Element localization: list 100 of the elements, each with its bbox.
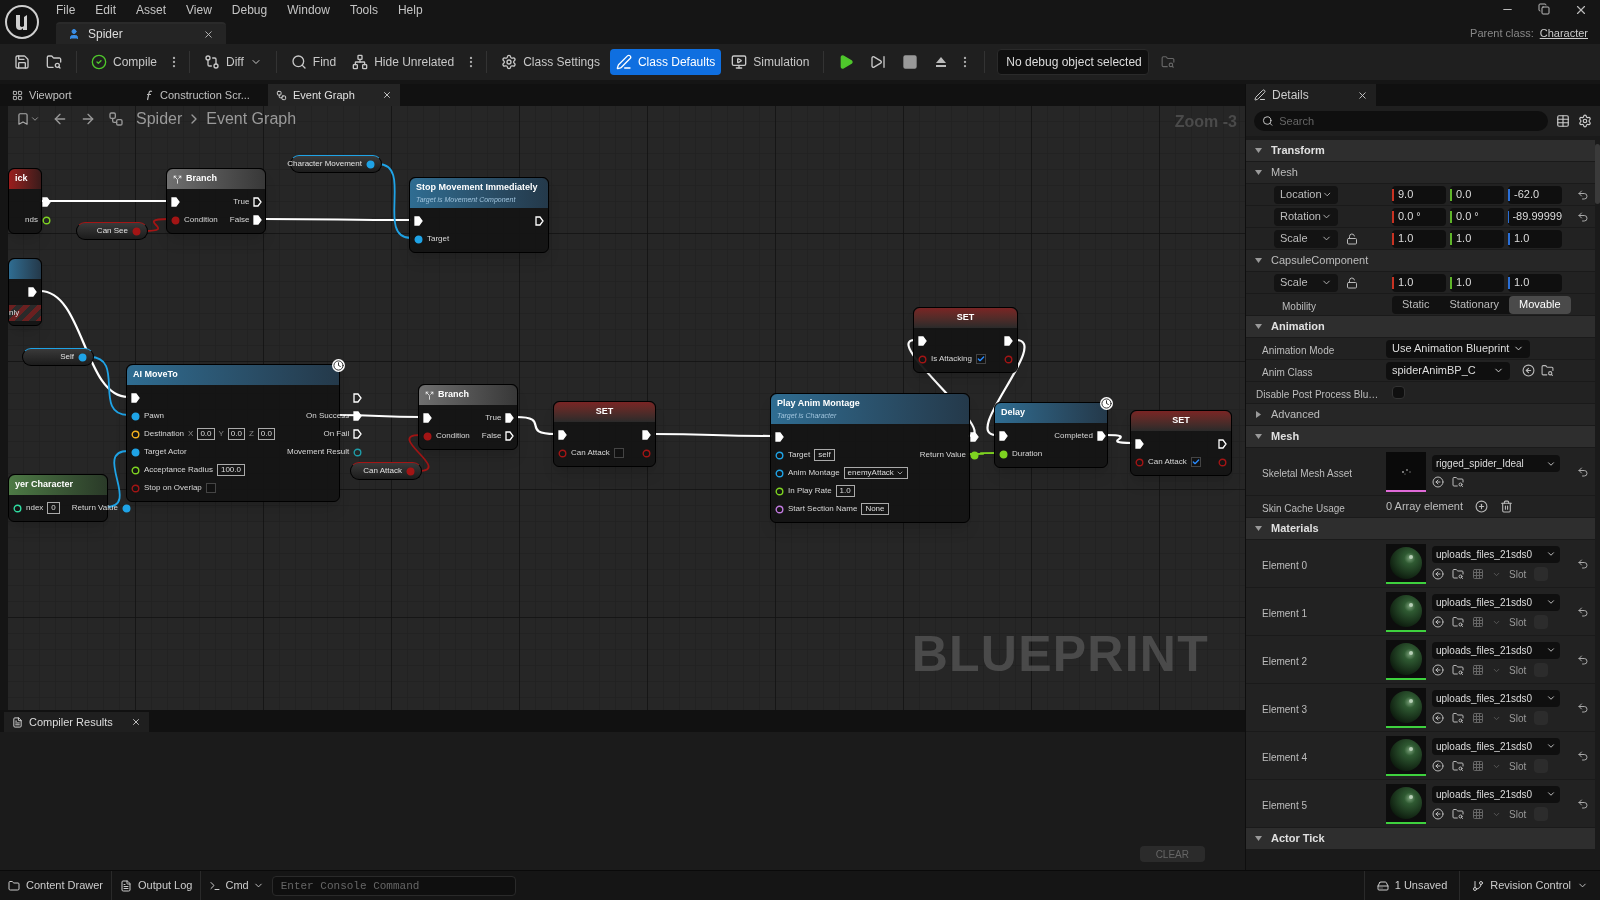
checker-icon[interactable] <box>1472 616 1484 628</box>
debug-browse-icon[interactable] <box>1161 55 1176 69</box>
use-selected-icon[interactable] <box>1432 616 1444 628</box>
browse-icon[interactable] <box>1452 760 1464 772</box>
details-tab[interactable]: Details <box>1246 84 1376 106</box>
value-dropdown[interactable]: Use Animation Blueprint <box>1386 339 1531 358</box>
close-icon[interactable] <box>382 90 392 100</box>
browse-icon[interactable] <box>1452 476 1464 488</box>
lock-icon[interactable] <box>1346 232 1358 245</box>
checker-icon[interactable] <box>1472 568 1484 580</box>
menu-item[interactable]: File <box>56 1 76 19</box>
property-dropdown[interactable]: Location <box>1274 185 1338 204</box>
browse-icon[interactable] <box>1452 568 1464 580</box>
menu-item[interactable]: Edit <box>95 1 117 19</box>
asset-dropdown[interactable]: uploads_files_21sds0 <box>1432 545 1560 563</box>
reset-icon[interactable] <box>1576 701 1589 714</box>
content-drawer-button[interactable]: Content Drawer <box>0 871 113 900</box>
close-icon[interactable] <box>1574 3 1588 17</box>
menu-item[interactable]: View <box>186 1 212 19</box>
checker-icon[interactable] <box>1472 760 1484 772</box>
section-header[interactable]: Animation <box>1246 316 1595 338</box>
reset-icon[interactable] <box>1576 605 1589 618</box>
value-field[interactable]: None <box>861 503 889 515</box>
document-tab[interactable]: Spider <box>56 22 226 44</box>
menu-item[interactable]: Window <box>287 1 330 19</box>
revision-control-button[interactable]: Revision Control <box>1459 871 1600 900</box>
asset-dropdown[interactable]: rigged_spider_Ideal <box>1432 455 1560 472</box>
number-field[interactable]: -62.0 <box>1508 185 1562 204</box>
value-field[interactable]: 0.0 <box>197 428 215 440</box>
asset-dropdown[interactable]: uploads_files_21sds0 <box>1432 689 1560 707</box>
number-field[interactable]: 1.0 <box>1450 273 1504 292</box>
breadcrumb-item[interactable]: Event Graph <box>206 107 297 131</box>
number-field[interactable]: 1.0 <box>1450 229 1504 248</box>
section-header[interactable]: CapsuleComponent <box>1246 250 1595 272</box>
segment-option[interactable]: Stationary <box>1439 295 1510 314</box>
checker-icon[interactable] <box>1472 808 1484 820</box>
browse-icon[interactable] <box>1541 364 1554 377</box>
use-selected-icon[interactable] <box>1432 568 1444 580</box>
checkbox[interactable] <box>1190 457 1201 467</box>
number-field[interactable]: 9.0 <box>1392 185 1446 204</box>
close-icon[interactable] <box>1357 89 1368 101</box>
section-header[interactable]: Advanced <box>1246 404 1595 426</box>
value-field[interactable]: 1.0 <box>835 485 855 497</box>
menu-item[interactable]: Help <box>397 1 423 19</box>
reset-icon[interactable] <box>1576 557 1589 570</box>
add-icon[interactable] <box>1475 500 1489 513</box>
value-field[interactable]: self <box>814 449 835 461</box>
segment-option[interactable]: Static <box>1392 295 1440 314</box>
use-selected-icon[interactable] <box>1432 760 1444 772</box>
close-icon[interactable] <box>203 28 214 40</box>
back-icon[interactable] <box>52 111 68 127</box>
graph-canvas[interactable] <box>8 106 1245 710</box>
settings-icon[interactable] <box>1578 114 1592 128</box>
editor-tab[interactable]: Construction Scr... <box>136 84 268 106</box>
number-field[interactable]: 0.0 <box>1450 185 1504 204</box>
segment-option[interactable]: Movable <box>1509 295 1571 314</box>
caret-icon[interactable] <box>30 114 40 124</box>
compiler-results-tab[interactable]: Compiler Results <box>4 712 149 732</box>
checkbox[interactable] <box>205 483 216 493</box>
value-dropdown[interactable]: spiderAnimBP_C <box>1386 361 1510 380</box>
hide-button[interactable]: Hide Unrelated <box>346 49 461 75</box>
property-dropdown[interactable]: Scale <box>1274 229 1338 248</box>
use-selected-icon[interactable] <box>1432 808 1444 820</box>
checkbox[interactable] <box>1392 386 1405 399</box>
use-selected-icon[interactable] <box>1432 712 1444 724</box>
checker-icon[interactable] <box>1472 664 1484 676</box>
number-field[interactable]: 1.0 <box>1392 229 1446 248</box>
asset-dropdown[interactable]: uploads_files_21sds0 <box>1432 737 1560 755</box>
menu-item[interactable]: Debug <box>231 1 268 19</box>
reset-icon[interactable] <box>1576 653 1589 666</box>
compile-button[interactable]: Compile <box>85 49 163 75</box>
parent-class-link[interactable]: Character <box>1539 24 1588 42</box>
browse-icon[interactable] <box>1452 808 1464 820</box>
lock-icon[interactable] <box>1346 276 1358 289</box>
property-dropdown[interactable]: Scale <box>1274 273 1338 292</box>
output-log-button[interactable]: Output Log <box>112 871 202 900</box>
table-view-icon[interactable] <box>1556 114 1570 128</box>
breadcrumb-item[interactable]: Spider <box>136 107 183 131</box>
number-field[interactable]: -89.99999 <box>1508 207 1562 226</box>
section-header[interactable]: Mesh <box>1246 162 1595 184</box>
checkbox[interactable] <box>613 448 624 458</box>
number-field[interactable]: 0.0 ° <box>1450 207 1504 226</box>
settings-button[interactable]: Class Settings <box>495 49 606 75</box>
editor-tab[interactable]: Viewport <box>4 84 136 106</box>
reset-icon[interactable] <box>1576 210 1589 223</box>
restore-icon[interactable] <box>1538 3 1550 15</box>
number-field[interactable]: 1.0 <box>1508 273 1562 292</box>
use-selected-icon[interactable] <box>1432 664 1444 676</box>
editor-tab[interactable]: Event Graph <box>268 84 400 106</box>
checker-icon[interactable] <box>1472 712 1484 724</box>
use-selected-icon[interactable] <box>1432 476 1444 488</box>
find-button[interactable]: Find <box>284 49 343 75</box>
value-field[interactable]: 0 <box>47 502 60 514</box>
number-field[interactable]: 1.0 <box>1508 229 1562 248</box>
reset-icon[interactable] <box>1576 465 1589 478</box>
asset-dropdown[interactable]: uploads_files_21sds0 <box>1432 593 1560 611</box>
number-field[interactable]: 1.0 <box>1392 273 1446 292</box>
reset-icon[interactable] <box>1576 188 1589 201</box>
forward-icon[interactable] <box>80 111 96 127</box>
value-field[interactable]: 0.0 <box>257 428 275 440</box>
